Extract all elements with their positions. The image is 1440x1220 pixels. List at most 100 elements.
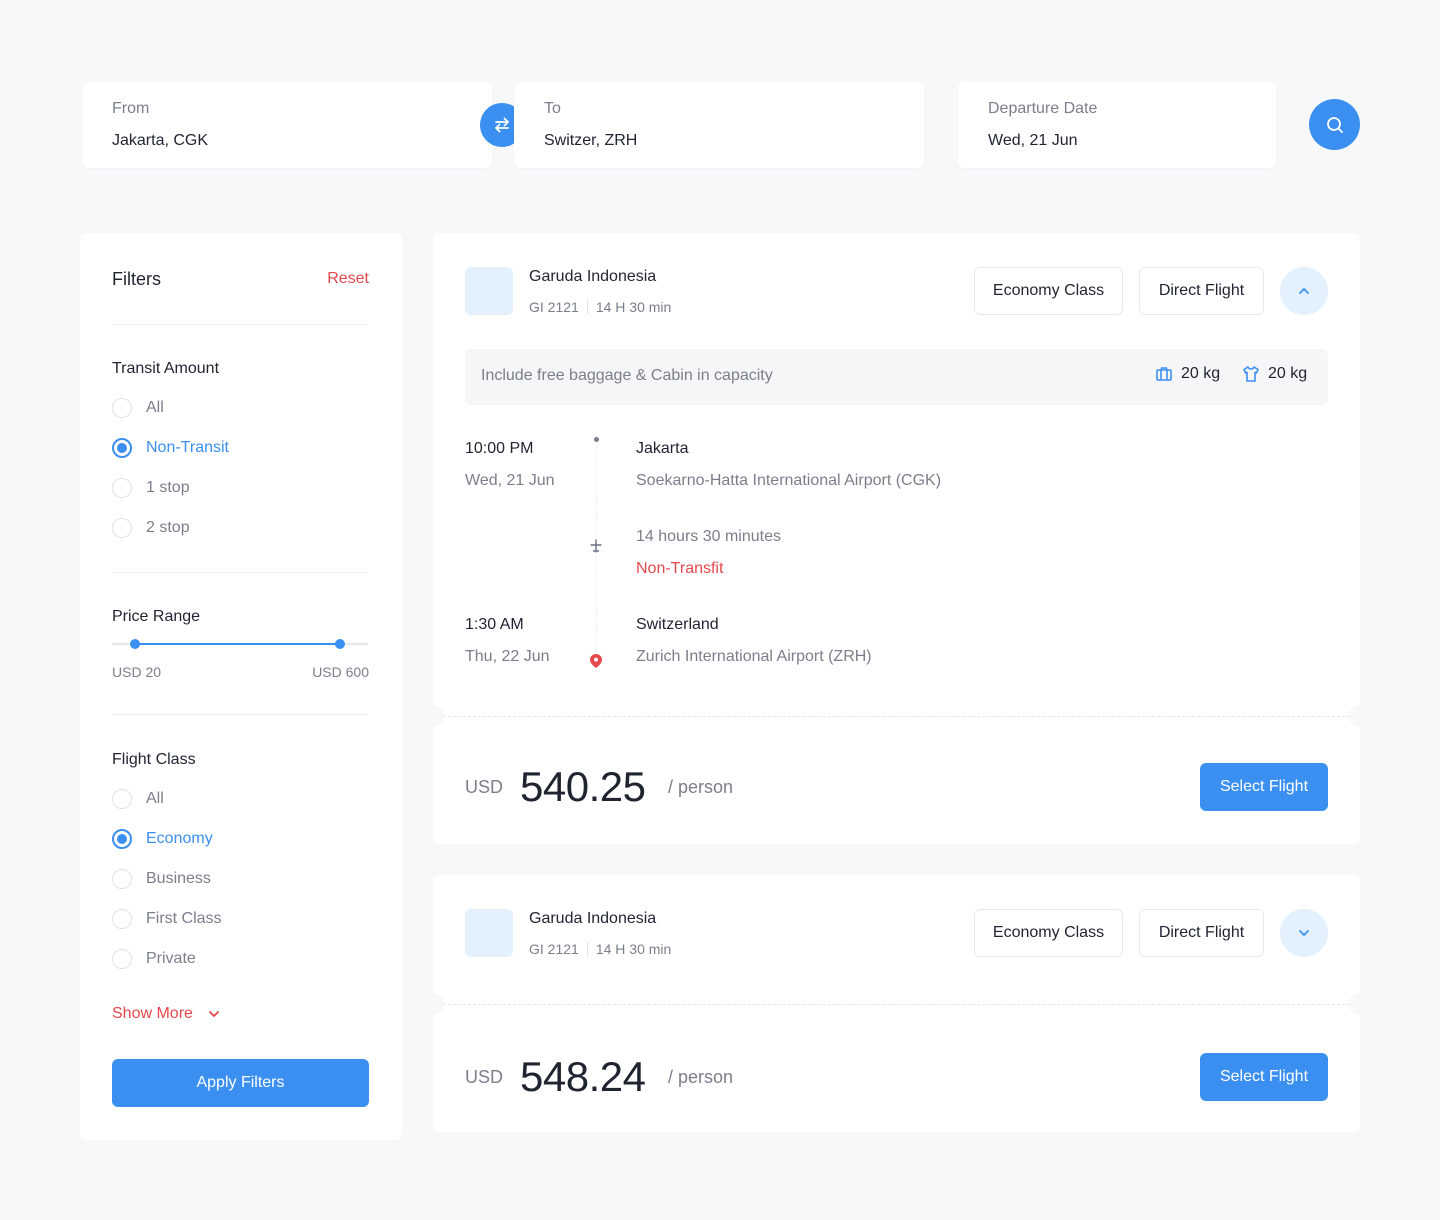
airline-logo	[465, 267, 513, 315]
radio-label: Private	[146, 950, 196, 967]
radio-label: First Class	[146, 910, 222, 927]
timeline-line	[596, 557, 597, 657]
radio-button[interactable]	[112, 949, 132, 969]
transit-option-2-stop[interactable]: 2 stop	[112, 516, 190, 540]
price-max-label: USD 600	[312, 664, 369, 680]
flight-duration: 14 H 30 min	[595, 299, 672, 315]
radio-label: All	[146, 399, 164, 416]
ticket-separator	[433, 716, 1360, 717]
radio-button[interactable]	[112, 909, 132, 929]
price-range-slider[interactable]	[112, 639, 368, 649]
class-option-private[interactable]: Private	[112, 947, 196, 971]
shirt-icon	[1243, 366, 1259, 382]
transit-option-non-transit[interactable]: Non-Transit	[112, 436, 229, 460]
flight-meta: GI 2121 14 H 30 min	[529, 941, 671, 957]
plane-icon	[590, 539, 602, 553]
ticket-separator	[433, 1004, 1360, 1005]
departure-dot	[594, 437, 599, 442]
from-label: From	[112, 100, 150, 117]
search-icon	[1326, 116, 1343, 133]
departure-city: Jakarta	[636, 440, 689, 457]
radio-button[interactable]	[112, 398, 132, 418]
class-badge: Economy Class	[974, 267, 1123, 315]
ticket-notch	[1349, 993, 1371, 1015]
show-more-button[interactable]: Show More	[112, 1005, 221, 1023]
select-flight-button[interactable]: Select Flight	[1200, 1053, 1328, 1101]
timeline-line	[596, 445, 597, 535]
airline-logo	[465, 909, 513, 957]
airline-name: Garuda Indonesia	[529, 268, 657, 285]
radio-button[interactable]	[112, 789, 132, 809]
price-per-person: / person	[668, 777, 734, 797]
collapse-button[interactable]	[1280, 267, 1328, 315]
radio-button[interactable]	[112, 478, 132, 498]
flight-duration: 14 H 30 min	[595, 941, 672, 957]
transit-status: Non-Transfit	[636, 560, 724, 577]
radio-label: Non-Transit	[146, 439, 229, 456]
slider-thumb-max[interactable]	[334, 639, 345, 649]
transit-amount-title: Transit Amount	[112, 360, 220, 377]
transit-option-all[interactable]: All	[112, 396, 164, 420]
radio-label: All	[146, 790, 164, 807]
class-option-all[interactable]: All	[112, 787, 164, 811]
cabin-weight: 20 kg	[1268, 365, 1308, 382]
filters-title: Filters	[112, 269, 161, 289]
show-more-label: Show More	[112, 1005, 193, 1022]
swap-arrows-icon	[495, 117, 509, 133]
chevron-down-icon	[209, 1011, 219, 1017]
class-option-economy[interactable]: Economy	[112, 827, 213, 851]
flight-code: GI 2121	[529, 941, 579, 957]
arrival-airport: Zurich International Airport (ZRH)	[636, 648, 872, 665]
chevron-up-icon	[1299, 288, 1309, 294]
price-currency: USD	[465, 1067, 504, 1087]
separator	[586, 300, 588, 314]
departure-date-value: Wed, 21 Jun	[988, 132, 1078, 149]
class-option-business[interactable]: Business	[112, 867, 211, 891]
radio-button[interactable]	[112, 869, 132, 889]
airline-name: Garuda Indonesia	[529, 910, 657, 927]
price-amount: 540.25	[520, 763, 646, 810]
price-min-label: USD 20	[112, 664, 162, 680]
reset-button[interactable]: Reset	[327, 270, 369, 288]
to-label: To	[544, 100, 561, 117]
radio-label: Economy	[146, 830, 213, 847]
radio-button[interactable]	[112, 518, 132, 538]
divider	[112, 324, 368, 325]
departure-time: 10:00 PM	[465, 440, 534, 457]
slider-thumb-min[interactable]	[130, 639, 141, 649]
radio-label: 1 stop	[146, 479, 190, 496]
apply-filters-button[interactable]: Apply Filters	[112, 1059, 369, 1107]
price-currency: USD	[465, 777, 504, 797]
transit-option-1-stop[interactable]: 1 stop	[112, 476, 190, 500]
baggage-weight: 20 kg	[1181, 365, 1221, 382]
departure-date-label: Departure Date	[988, 100, 1098, 117]
direct-flight-badge: Direct Flight	[1139, 909, 1264, 957]
divider	[112, 572, 368, 573]
flight-duration-long: 14 hours 30 minutes	[636, 528, 781, 545]
chevron-down-icon	[1299, 930, 1309, 936]
select-flight-button[interactable]: Select Flight	[1200, 763, 1328, 811]
slider-fill	[135, 643, 340, 645]
departure-date-field[interactable]: Departure Date Wed, 21 Jun	[958, 82, 1276, 168]
flight-card: Garuda Indonesia GI 2121 14 H 30 min Eco…	[422, 875, 1371, 1132]
flight-card: Garuda Indonesia GI 2121 14 H 30 min Eco…	[422, 233, 1371, 844]
ticket-notch	[422, 705, 444, 727]
baggage-allowance: 20 kg	[1155, 365, 1220, 383]
expand-button[interactable]	[1280, 909, 1328, 957]
search-button[interactable]	[1309, 99, 1360, 150]
radio-button[interactable]	[112, 438, 132, 458]
price-range-title: Price Range	[112, 608, 201, 625]
class-option-first-class[interactable]: First Class	[112, 907, 222, 931]
flight-class-title: Flight Class	[112, 751, 196, 768]
baggage-text: Include free baggage & Cabin in capacity	[481, 367, 773, 384]
location-pin-icon	[590, 654, 602, 668]
radio-button[interactable]	[112, 829, 132, 849]
arrival-time: 1:30 AM	[465, 616, 524, 633]
radio-label: 2 stop	[146, 519, 190, 536]
arrival-city: Switzerland	[636, 616, 719, 633]
to-field[interactable]: To Switzer, ZRH	[514, 82, 924, 168]
flight-code: GI 2121	[529, 299, 579, 315]
from-field[interactable]: From Jakarta, CGK	[82, 82, 492, 168]
direct-flight-badge: Direct Flight	[1139, 267, 1264, 315]
from-value: Jakarta, CGK	[112, 132, 209, 149]
